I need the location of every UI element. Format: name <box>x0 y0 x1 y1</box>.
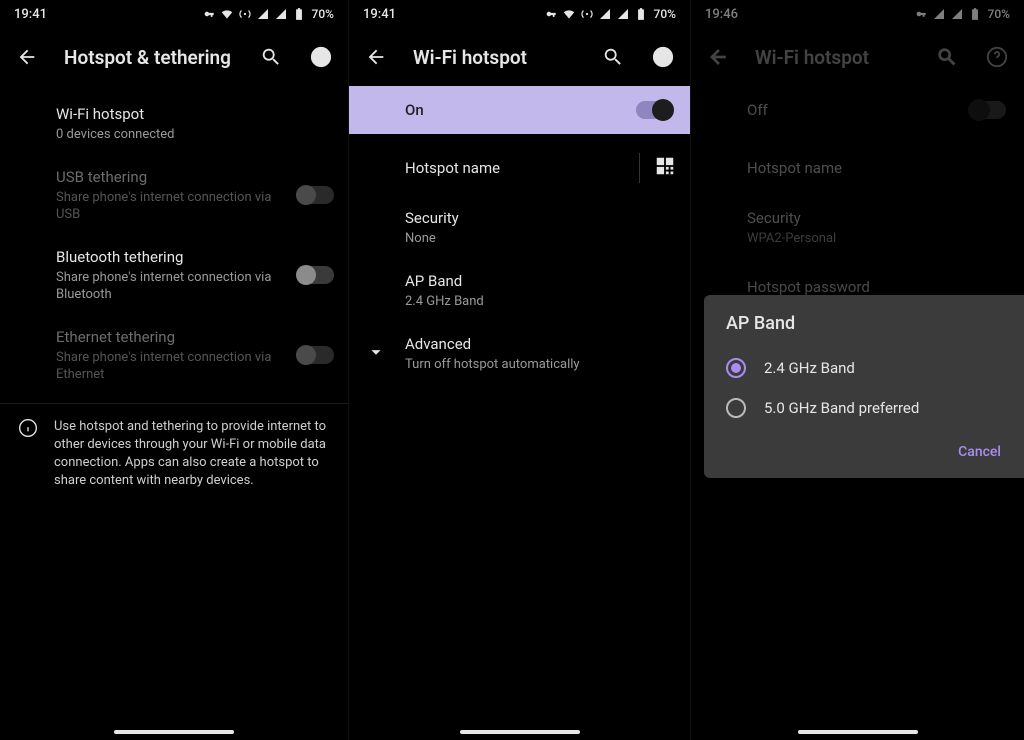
app-bar: Wi-Fi hotspot <box>349 28 690 86</box>
hotspot-icon <box>580 7 594 21</box>
ap-band-option-24[interactable]: 2.4 GHz Band <box>726 348 1011 388</box>
page-title: Wi-Fi hotspot <box>413 46 576 69</box>
separator <box>639 153 640 183</box>
clock: 19:41 <box>14 7 47 22</box>
help-button[interactable] <box>308 44 334 70</box>
ap-band-item[interactable]: AP Band 2.4 GHz Band <box>349 259 690 322</box>
bluetooth-tethering-toggle[interactable] <box>298 266 334 284</box>
item-subtitle: Share phone's internet connection via Bl… <box>56 269 288 303</box>
chevron-down-icon <box>365 341 387 367</box>
ap-band-option-50[interactable]: 5.0 GHz Band preferred <box>726 388 1011 428</box>
item-title: Hotspot name <box>405 158 631 178</box>
wifi-icon <box>220 7 234 21</box>
vpn-key-icon <box>544 7 558 21</box>
security-item[interactable]: Security None <box>349 196 690 259</box>
option-label: 5.0 GHz Band preferred <box>764 399 919 417</box>
clock: 19:41 <box>363 7 396 22</box>
gesture-nav-bar[interactable] <box>460 730 580 734</box>
status-bar: 19:41 70% <box>349 0 690 28</box>
signal-icon <box>616 7 630 21</box>
info-text: Use hotspot and tethering to provide int… <box>54 418 334 490</box>
hotspot-switch[interactable] <box>636 101 672 119</box>
battery-percent: 70% <box>654 7 676 21</box>
back-button[interactable] <box>14 44 40 70</box>
ap-band-dialog: AP Band 2.4 GHz Band 5.0 GHz Band prefer… <box>704 295 1024 478</box>
dialog-title: AP Band <box>726 313 1011 334</box>
advanced-item[interactable]: Advanced Turn off hotspot automatically <box>349 322 690 385</box>
search-button[interactable] <box>600 44 626 70</box>
item-title: Advanced <box>405 334 676 354</box>
radio-unselected-icon <box>726 398 746 418</box>
bluetooth-tethering-item[interactable]: Bluetooth tethering Share phone's intern… <box>0 235 348 315</box>
ethernet-tethering-toggle <box>298 346 334 364</box>
wifi-icon <box>562 7 576 21</box>
hero-label: On <box>405 101 636 119</box>
screen-wifi-hotspot-on: 19:41 70% Wi-Fi hotspot On Hotspot name <box>349 0 691 740</box>
signal-icon <box>274 7 288 21</box>
screen-wifi-hotspot-dialog: 19:46 70% Wi-Fi hotspot Off Hotspot name <box>691 0 1024 740</box>
vpn-key-icon <box>202 7 216 21</box>
item-subtitle: Turn off hotspot automatically <box>405 356 676 373</box>
radio-selected-icon <box>726 358 746 378</box>
option-label: 2.4 GHz Band <box>764 359 855 377</box>
info-icon <box>18 418 40 490</box>
item-title: USB tethering <box>56 167 288 187</box>
item-subtitle: Share phone's internet connection via Et… <box>56 349 288 383</box>
item-subtitle: None <box>405 230 676 247</box>
signal-icon <box>256 7 270 21</box>
help-button[interactable] <box>650 44 676 70</box>
usb-tethering-toggle <box>298 186 334 204</box>
item-subtitle: 2.4 GHz Band <box>405 293 676 310</box>
qr-code-button[interactable] <box>654 155 676 181</box>
item-subtitle: 0 devices connected <box>56 126 334 143</box>
hotspot-master-toggle[interactable]: On <box>349 86 690 134</box>
hotspot-icon <box>238 7 252 21</box>
info-footer: Use hotspot and tethering to provide int… <box>0 403 348 504</box>
back-button[interactable] <box>363 44 389 70</box>
usb-tethering-item: USB tethering Share phone's internet con… <box>0 155 348 235</box>
item-title: Bluetooth tethering <box>56 247 288 267</box>
gesture-nav-bar[interactable] <box>798 730 918 734</box>
signal-icon <box>598 7 612 21</box>
gesture-nav-bar[interactable] <box>114 730 234 734</box>
search-button[interactable] <box>258 44 284 70</box>
item-title: AP Band <box>405 271 676 291</box>
ethernet-tethering-item: Ethernet tethering Share phone's interne… <box>0 315 348 395</box>
battery-icon <box>292 7 306 21</box>
item-title: Security <box>405 208 676 228</box>
screen-hotspot-tethering: 19:41 70% Hotspot & tethering Wi-Fi hots… <box>0 0 349 740</box>
cancel-button[interactable]: Cancel <box>948 436 1011 468</box>
hotspot-name-item[interactable]: Hotspot name <box>349 140 690 196</box>
battery-icon <box>634 7 648 21</box>
page-title: Hotspot & tethering <box>64 46 234 69</box>
item-title: Wi-Fi hotspot <box>56 104 334 124</box>
wifi-hotspot-item[interactable]: Wi-Fi hotspot 0 devices connected <box>0 92 348 155</box>
app-bar: Hotspot & tethering <box>0 28 348 86</box>
status-bar: 19:41 70% <box>0 0 348 28</box>
item-title: Ethernet tethering <box>56 327 288 347</box>
battery-percent: 70% <box>312 7 334 21</box>
item-subtitle: Share phone's internet connection via US… <box>56 189 288 223</box>
